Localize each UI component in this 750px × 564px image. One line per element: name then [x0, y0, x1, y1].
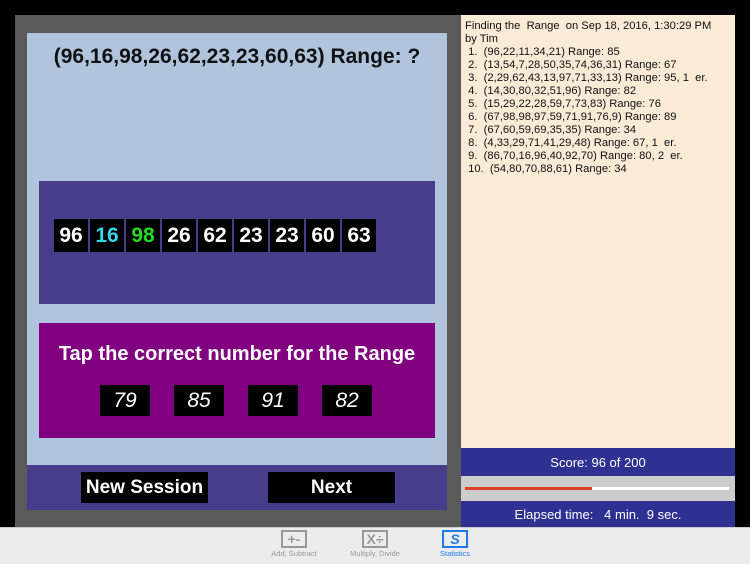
log-entry: 3. (2,29,62,43,13,97,71,33,13) Range: 95…	[465, 72, 708, 84]
log-entry: 2. (13,54,7,28,50,35,74,36,31) Range: 67	[465, 59, 677, 71]
answer-button[interactable]: 85	[174, 385, 224, 416]
log-entry: 1. (96,22,11,34,21) Range: 85	[465, 46, 620, 58]
question-text: (96,16,98,26,62,23,23,60,63) Range: ?	[53, 45, 421, 68]
next-button[interactable]: Next	[268, 472, 395, 503]
score-label: Score: 96 of 200	[461, 448, 735, 476]
tab-label: Multiply, Divide	[350, 549, 400, 558]
new-session-button[interactable]: New Session	[81, 472, 208, 503]
answer-button[interactable]: 91	[248, 385, 298, 416]
number-tile-min: 16	[90, 219, 124, 252]
elapsed-time: Elapsed time: 4 min. 9 sec.	[461, 501, 735, 527]
numbers-panel: 96 16 98 26 62 23 23 60 63	[39, 181, 435, 304]
number-tile: 23	[234, 219, 268, 252]
number-row: 96 16 98 26 62 23 23 60 63	[54, 219, 376, 252]
number-tile: 96	[54, 219, 88, 252]
progress-fill	[465, 487, 592, 490]
tab-label: Statistics	[439, 549, 470, 558]
number-tile: 23	[270, 219, 304, 252]
tab-label: Add, Subtract	[271, 549, 317, 558]
progress-track	[465, 487, 729, 490]
log-entry: 8. (4,33,29,71,41,29,48) Range: 67, 1 er…	[465, 137, 677, 149]
tab-statistics[interactable]: S Statistics	[420, 530, 490, 558]
log-entry: 4. (14,30,80,32,51,96) Range: 82	[465, 85, 637, 97]
number-tile-max: 98	[126, 219, 160, 252]
tab-multiply-divide[interactable]: X÷ Multiply, Divide	[340, 530, 410, 558]
score-progress	[461, 476, 735, 501]
log-entry: 10. (54,80,70,88,61) Range: 34	[465, 163, 627, 175]
button-bar: New Session Next	[27, 465, 447, 510]
log-entry: 9. (86,70,16,96,40,92,70) Range: 80, 2 e…	[465, 150, 683, 162]
number-tile: 26	[162, 219, 196, 252]
multiply-divide-icon: X÷	[362, 530, 388, 548]
number-tile: 63	[342, 219, 376, 252]
session-log: Finding the Range on Sep 18, 2016, 1:30:…	[461, 15, 735, 448]
answer-button[interactable]: 82	[322, 385, 372, 416]
add-subtract-icon: +-	[281, 530, 307, 548]
answer-button[interactable]: 79	[100, 385, 150, 416]
problem-panel: (96,16,98,26,62,23,23,60,63) Range: ? 96…	[27, 33, 447, 465]
tab-add-subtract[interactable]: +- Add, Subtract	[259, 530, 329, 558]
number-tile: 60	[306, 219, 340, 252]
answer-choices: 79 85 91 82	[100, 385, 372, 416]
statistics-icon: S	[442, 530, 468, 548]
log-entry: 7. (67,60,59,69,35,35) Range: 34	[465, 124, 637, 136]
log-entry: 6. (67,98,98,97,59,71,91,76,9) Range: 89	[465, 111, 677, 123]
log-author: by Tim	[465, 33, 498, 45]
number-tile: 62	[198, 219, 232, 252]
tab-bar: +- Add, Subtract X÷ Multiply, Divide S S…	[0, 527, 750, 564]
answer-prompt: Tap the correct number for the Range	[58, 343, 416, 365]
log-header: Finding the Range on Sep 18, 2016, 1:30:…	[465, 20, 712, 32]
log-entry: 5. (15,29,22,28,59,7,73,83) Range: 76	[465, 98, 661, 110]
answer-panel: Tap the correct number for the Range 79 …	[39, 323, 435, 438]
